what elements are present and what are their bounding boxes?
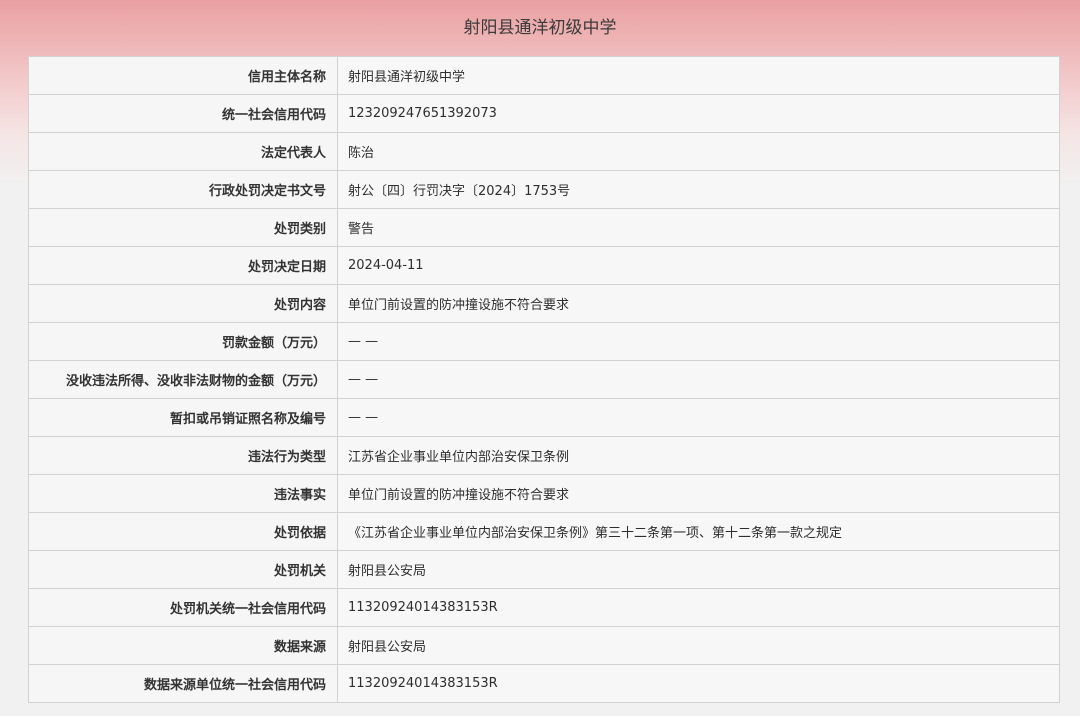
field-label: 违法行为类型 (28, 436, 338, 475)
field-value: — — (337, 322, 1060, 361)
field-label: 处罚机关 (28, 550, 338, 589)
field-label: 处罚类别 (28, 208, 338, 247)
field-value: — — (337, 398, 1060, 437)
field-value: 《江苏省企业事业单位内部治安保卫条例》第三十二条第一项、第十二条第一款之规定 (337, 512, 1060, 551)
table-row: 没收违法所得、没收非法财物的金额（万元） — — (28, 360, 1060, 399)
field-label: 处罚决定日期 (28, 246, 338, 285)
table-row: 统一社会信用代码 123209247651392073 (28, 94, 1060, 133)
table-row: 处罚内容 单位门前设置的防冲撞设施不符合要求 (28, 284, 1060, 323)
field-value: 射阳县公安局 (337, 550, 1060, 589)
field-label: 数据来源 (28, 626, 338, 665)
field-label: 违法事实 (28, 474, 338, 513)
table-row: 行政处罚决定书文号 射公〔四〕行罚决字〔2024〕1753号 (28, 170, 1060, 209)
table-row: 法定代表人 陈治 (28, 132, 1060, 171)
field-label: 法定代表人 (28, 132, 338, 171)
field-label: 数据来源单位统一社会信用代码 (28, 664, 338, 703)
field-label: 处罚机关统一社会信用代码 (28, 588, 338, 627)
penalty-record-table: 信用主体名称 射阳县通洋初级中学 统一社会信用代码 12320924765139… (28, 56, 1060, 703)
field-label: 暂扣或吊销证照名称及编号 (28, 398, 338, 437)
table-row: 处罚决定日期 2024-04-11 (28, 246, 1060, 285)
field-label: 行政处罚决定书文号 (28, 170, 338, 209)
field-label: 统一社会信用代码 (28, 94, 338, 133)
table-row: 处罚依据 《江苏省企业事业单位内部治安保卫条例》第三十二条第一项、第十二条第一款… (28, 512, 1060, 551)
field-value: 11320924014383153R (337, 664, 1060, 703)
table-row: 处罚机关 射阳县公安局 (28, 550, 1060, 589)
table-row: 暂扣或吊销证照名称及编号 — — (28, 398, 1060, 437)
field-value: 2024-04-11 (337, 246, 1060, 285)
field-value: 警告 (337, 208, 1060, 247)
table-row: 罚款金额（万元） — — (28, 322, 1060, 361)
field-value: — — (337, 360, 1060, 399)
field-label: 没收违法所得、没收非法财物的金额（万元） (28, 360, 338, 399)
field-label: 信用主体名称 (28, 56, 338, 95)
field-value: 射阳县公安局 (337, 626, 1060, 665)
table-row: 违法行为类型 江苏省企业事业单位内部治安保卫条例 (28, 436, 1060, 475)
table-row: 违法事实 单位门前设置的防冲撞设施不符合要求 (28, 474, 1060, 513)
field-value: 11320924014383153R (337, 588, 1060, 627)
field-label: 处罚内容 (28, 284, 338, 323)
field-value: 江苏省企业事业单位内部治安保卫条例 (337, 436, 1060, 475)
field-value: 射阳县通洋初级中学 (337, 56, 1060, 95)
table-row: 处罚类别 警告 (28, 208, 1060, 247)
field-value: 陈治 (337, 132, 1060, 171)
field-label: 罚款金额（万元） (28, 322, 338, 361)
field-value: 射公〔四〕行罚决字〔2024〕1753号 (337, 170, 1060, 209)
field-value: 123209247651392073 (337, 94, 1060, 133)
table-row: 数据来源单位统一社会信用代码 11320924014383153R (28, 664, 1060, 703)
page-title: 射阳县通洋初级中学 (463, 18, 617, 38)
table-row: 信用主体名称 射阳县通洋初级中学 (28, 56, 1060, 95)
field-label: 处罚依据 (28, 512, 338, 551)
table-row: 数据来源 射阳县公安局 (28, 626, 1060, 665)
field-value: 单位门前设置的防冲撞设施不符合要求 (337, 474, 1060, 513)
table-row: 处罚机关统一社会信用代码 11320924014383153R (28, 588, 1060, 627)
field-value: 单位门前设置的防冲撞设施不符合要求 (337, 284, 1060, 323)
